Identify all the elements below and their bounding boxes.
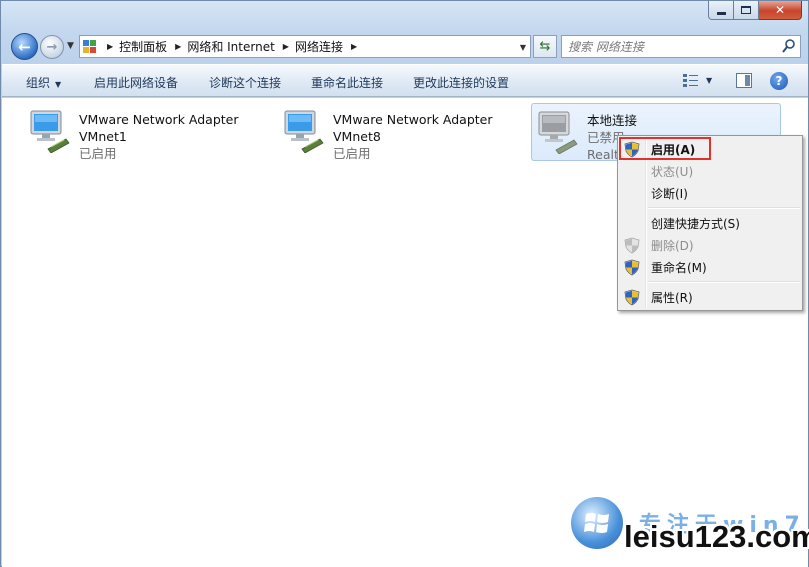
- diagnose-button[interactable]: 诊断这个连接: [209, 74, 281, 91]
- menu-item-status[interactable]: 状态(U): [620, 160, 800, 182]
- uac-shield-disabled-icon: [624, 237, 640, 254]
- connection-item[interactable]: VMware Network Adapter VMnet1 已启用: [24, 103, 254, 161]
- window-caption-buttons: ✕: [708, 1, 802, 21]
- highlight-annotation-box: [619, 137, 711, 160]
- arrow-right-icon: →: [46, 39, 58, 55]
- breadcrumb-separator-icon[interactable]: ▶: [283, 42, 289, 51]
- uac-shield-icon: [624, 289, 640, 306]
- preview-pane-icon[interactable]: [736, 73, 752, 88]
- minimize-button[interactable]: [708, 1, 734, 20]
- minimize-icon: [716, 11, 726, 15]
- menu-item-properties[interactable]: 属性(R): [620, 286, 800, 308]
- change-settings-button[interactable]: 更改此连接的设置: [413, 74, 509, 91]
- connection-device: VMnet8: [333, 129, 381, 144]
- network-adapter-disabled-icon: [538, 111, 578, 154]
- menu-item-delete[interactable]: 删除(D): [620, 234, 800, 256]
- address-bar[interactable]: ▶ 控制面板 ▶ 网络和 Internet ▶ 网络连接 ▶ ▼: [79, 35, 531, 58]
- context-menu: 启用(A) 状态(U) 诊断(I) 创建快捷方式(S) 删除(D) 重命名(M)…: [617, 135, 803, 311]
- enable-device-button[interactable]: 启用此网络设备: [94, 74, 178, 91]
- breadcrumb-network-internet[interactable]: 网络和 Internet: [187, 38, 274, 55]
- uac-shield-icon: [624, 259, 640, 276]
- menu-item-rename[interactable]: 重命名(M): [620, 256, 800, 278]
- breadcrumb-separator-icon[interactable]: ▶: [175, 42, 181, 51]
- breadcrumb-control-panel[interactable]: 控制面板: [119, 38, 167, 55]
- breadcrumb-network-connections[interactable]: 网络连接: [295, 38, 343, 55]
- forward-button[interactable]: →: [40, 35, 64, 59]
- connection-item[interactable]: VMware Network Adapter VMnet8 已启用: [278, 103, 508, 161]
- search-input[interactable]: [562, 36, 762, 57]
- chevron-down-icon: ▼: [55, 80, 62, 89]
- explorer-window: ✕ ← → ▼ ▶ 控制面板 ▶ 网络和 Internet ▶ 网络连接 ▶ ▼…: [0, 0, 809, 567]
- watermark: 专注于win7 leisu123.com: [567, 497, 809, 561]
- connection-name: VMware Network Adapter: [79, 112, 239, 127]
- network-adapter-icon: [284, 110, 324, 153]
- view-dropdown-icon[interactable]: ▼: [706, 76, 712, 85]
- windows-logo-icon: [571, 497, 623, 549]
- address-dropdown-icon[interactable]: ▼: [520, 43, 526, 52]
- menu-item-diagnose[interactable]: 诊断(I): [620, 182, 800, 204]
- menu-item-label: 状态(U): [651, 164, 694, 179]
- connection-status: 已启用: [79, 146, 117, 161]
- connection-name: VMware Network Adapter: [333, 112, 493, 127]
- back-button[interactable]: ←: [11, 33, 38, 60]
- recent-pages-button[interactable]: ▼: [67, 41, 74, 51]
- menu-item-label: 重命名(M): [651, 260, 707, 275]
- menu-item-label: 诊断(I): [651, 186, 688, 201]
- connection-device: VMnet1: [79, 129, 127, 144]
- maximize-icon: [741, 6, 751, 14]
- refresh-icon: ⇆: [539, 39, 551, 54]
- close-icon: ✕: [774, 3, 786, 17]
- command-bar: 组织 ▼ 启用此网络设备 诊断这个连接 重命名此连接 更改此连接的设置 ▼ ?: [2, 64, 808, 97]
- menu-item-create-shortcut[interactable]: 创建快捷方式(S): [620, 212, 800, 234]
- arrow-left-icon: ←: [18, 37, 31, 56]
- close-button[interactable]: ✕: [759, 1, 802, 20]
- search-icon[interactable]: [782, 39, 795, 53]
- windows-flag-icon: [584, 513, 609, 533]
- menu-item-label: 属性(R): [651, 290, 693, 305]
- chevron-down-icon: ▼: [67, 41, 74, 51]
- connection-status: 已启用: [333, 146, 371, 161]
- menu-item-label: 删除(D): [651, 238, 694, 253]
- organize-button[interactable]: 组织 ▼: [26, 74, 61, 91]
- watermark-text: leisu123.com: [624, 519, 809, 554]
- breadcrumb-separator-icon[interactable]: ▶: [107, 42, 113, 51]
- navigation-bar: ← → ▼ ▶ 控制面板 ▶ 网络和 Internet ▶ 网络连接 ▶ ▼ ⇆: [9, 32, 801, 60]
- organize-label: 组织: [26, 76, 51, 90]
- refresh-button[interactable]: ⇆: [533, 35, 557, 58]
- help-icon[interactable]: ?: [770, 72, 788, 90]
- menu-item-label: 创建快捷方式(S): [651, 216, 740, 231]
- maximize-button[interactable]: [734, 1, 759, 20]
- rename-button[interactable]: 重命名此连接: [311, 74, 383, 91]
- view-options-icon[interactable]: [682, 73, 700, 89]
- control-panel-icon: [83, 39, 99, 54]
- search-box: [561, 35, 801, 58]
- menu-separator: [648, 207, 800, 209]
- network-adapter-icon: [30, 110, 70, 153]
- breadcrumb-separator-icon[interactable]: ▶: [351, 42, 357, 51]
- connection-name: 本地连接: [587, 113, 638, 128]
- menu-separator: [648, 281, 800, 283]
